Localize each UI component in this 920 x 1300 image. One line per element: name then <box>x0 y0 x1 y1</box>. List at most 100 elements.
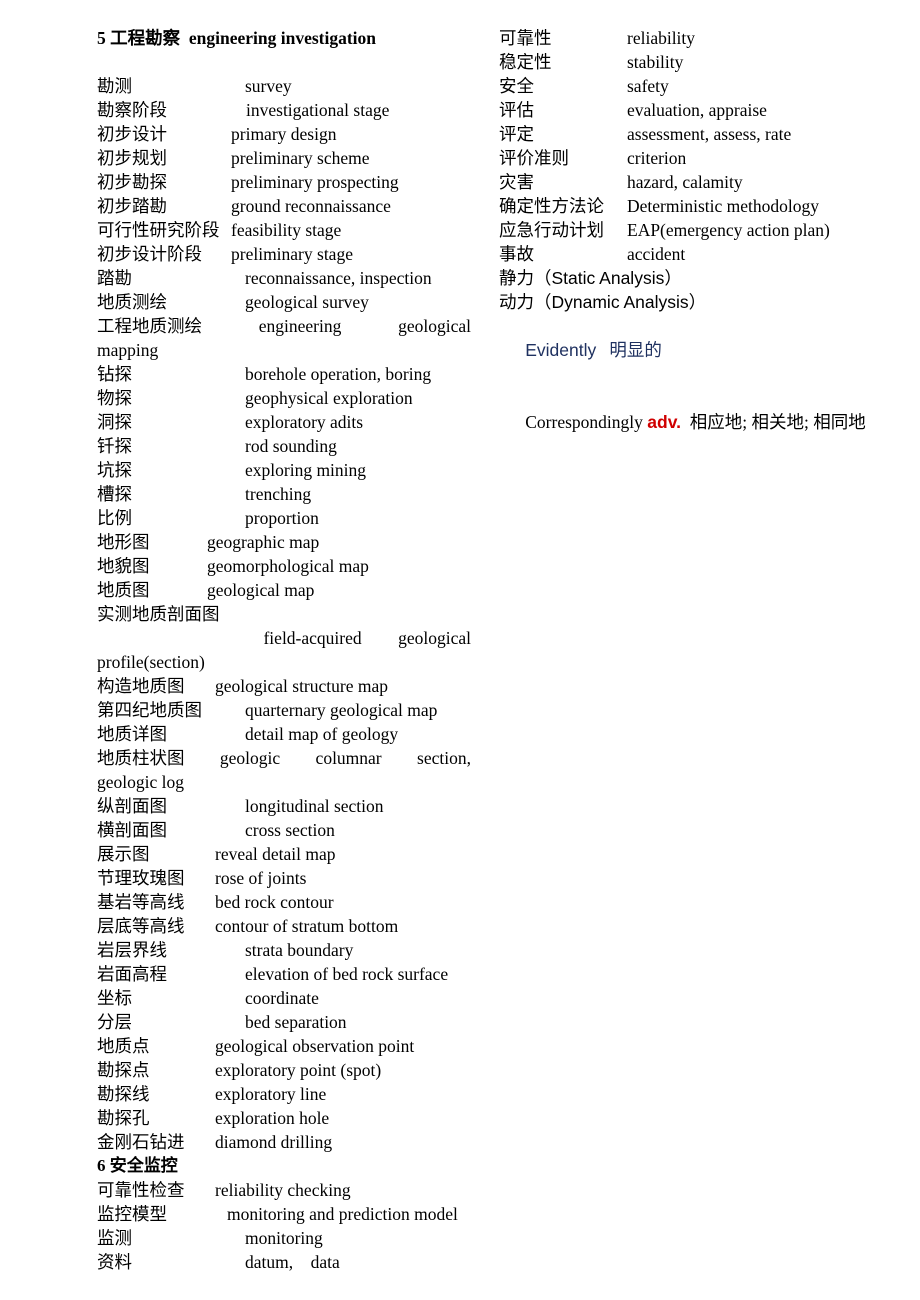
glossary-entry-left-28: 横剖面图 cross section <box>97 818 471 842</box>
glossary-entry-left-26-term-cn: 地质柱状图 <box>97 748 185 768</box>
glossary-entry-analysis-0-bracket-close: ） <box>664 268 682 288</box>
glossary-entry-right-7: 确定性方法论 Deterministic methodology <box>499 194 871 218</box>
evidently-word: Evidently <box>525 340 597 360</box>
glossary-entry-left-1-term-en: investigational stage <box>246 100 390 120</box>
glossary-entry-left-33: 岩层界线 strata boundary <box>97 938 471 962</box>
glossary-entry-left-7: 初步设计阶段 preliminary stage <box>97 242 471 266</box>
glossary-entry-left-3: 初步规划 preliminary scheme <box>97 146 471 170</box>
glossary-entry-safety-2: 监测 monitoring <box>97 1226 471 1250</box>
right-glossary-list: 可靠性 reliability 稳定性 stability 安全 safety 评估 eval… <box>499 26 871 266</box>
glossary-entry-left-0-term-cn: 勘测 <box>97 76 132 96</box>
glossary-entry-left-0: 勘测 survey <box>97 74 471 98</box>
glossary-entry-left-22-term-cn <box>97 626 227 650</box>
glossary-entry-left-41-term-cn: 金刚石钻进 <box>97 1132 185 1152</box>
glossary-entry-safety-1-term-cn: 监控模型 <box>97 1204 167 1224</box>
glossary-entry-left-36-term-en: bed separation <box>245 1012 347 1032</box>
glossary-entry-left-20: 地质图 geological map <box>97 578 471 602</box>
glossary-entry-right-9: 事故 accident <box>499 242 871 266</box>
glossary-entry-left-34: 岩面高程 elevation of bed rock surface <box>97 962 471 986</box>
glossary-entry-left-40-term-en: exploration hole <box>215 1108 330 1128</box>
glossary-entry-left-8: 踏勘 reconnaissance, inspection <box>97 266 471 290</box>
glossary-entry-left-16: 槽探 trenching <box>97 482 471 506</box>
glossary-entry-left-7-term-en: preliminary stage <box>231 244 353 264</box>
glossary-entry-left-26-term-en-1: columnar <box>315 748 382 768</box>
glossary-entry-left-28-term-en: cross section <box>245 820 335 840</box>
glossary-entry-right-5-term-en: criterion <box>627 148 687 168</box>
glossary-entry-right-2-term-en: safety <box>627 76 669 96</box>
glossary-entry-left-16-term-en: trenching <box>245 484 312 504</box>
glossary-entry-safety-1-term-en: monitoring and prediction model <box>227 1204 458 1224</box>
glossary-entry-safety-1: 监控模型 monitoring and prediction model <box>97 1202 471 1226</box>
glossary-entry-left-14-term-cn: 钎探 <box>97 436 132 456</box>
glossary-entry-left-24-term-cn: 第四纪地质图 <box>97 700 202 720</box>
glossary-entry-right-0-term-en: reliability <box>627 28 696 48</box>
glossary-entry-left-24: 第四纪地质图 quarternary geological map <box>97 698 471 722</box>
glossary-entry-left-18-term-cn: 地形图 <box>97 532 150 552</box>
glossary-entry-left-26-continuation: geologic log <box>97 772 184 792</box>
glossary-entry-left-41-term-en: diamond drilling <box>215 1132 333 1152</box>
heading-spacer <box>97 50 471 74</box>
glossary-entry-left-11-term-en: borehole operation, boring <box>245 364 432 384</box>
glossary-entry-left-26-term-en-0: geologic <box>219 748 281 768</box>
glossary-entry-right-5-term-cn: 评价准则 <box>499 148 569 168</box>
glossary-entry-left-32: 层底等高线 contour of stratum bottom <box>97 914 471 938</box>
glossary-entry-left-12-term-en: geophysical exploration <box>245 388 413 408</box>
glossary-entry-right-7-term-en: Deterministic methodology <box>627 196 819 216</box>
glossary-entry-safety-2-term-en: monitoring <box>245 1228 323 1248</box>
glossary-entry-right-5: 评价准则 criterion <box>499 146 871 170</box>
left-glossary-list: 勘测 survey 勘察阶段 investigational stage 初步设计 pri… <box>97 74 471 1154</box>
glossary-entry-left-38-term-en: exploratory point (spot) <box>215 1060 382 1080</box>
glossary-entry-right-6-term-cn: 灾害 <box>499 172 534 192</box>
glossary-entry-left-40: 勘探孔 exploration hole <box>97 1106 471 1130</box>
glossary-entry-left-37: 地质点 geological observation point <box>97 1034 471 1058</box>
glossary-entry-left-6: 可行性研究阶段 feasibility stage <box>97 218 471 242</box>
glossary-entry-left-34-term-cn: 岩面高程 <box>97 964 167 984</box>
glossary-entry-left-9: 地质测绘 geological survey <box>97 290 471 314</box>
glossary-entry-left-10-gap-1 <box>341 314 398 338</box>
glossary-entry-safety-3-term-cn: 资料 <box>97 1252 132 1272</box>
glossary-entry-right-9-term-en: accident <box>627 244 686 264</box>
glossary-entry-left-35: 坐标 coordinate <box>97 986 471 1010</box>
glossary-entry-left-22-term-en-0: field-acquired <box>263 628 362 648</box>
glossary-entry-left-28-term-cn: 横剖面图 <box>97 820 167 840</box>
glossary-entry-left-30-term-en: rose of joints <box>215 868 307 888</box>
glossary-entry-analysis-1-bracket-close: ） <box>688 292 707 312</box>
glossary-entry-left-26: 地质柱状图 geologic columnar section, <box>97 746 471 770</box>
glossary-entry-left-27-term-en: longitudinal section <box>245 796 384 816</box>
glossary-entry-right-0: 可靠性 reliability <box>499 26 871 50</box>
glossary-entry-left-4-term-en: preliminary prospecting <box>231 172 399 192</box>
glossary-entry-left-17-term-en: proportion <box>245 508 319 528</box>
glossary-entry-left-15: 坑探 exploring mining <box>97 458 471 482</box>
glossary-entry-left-18: 地形图 geographic map <box>97 530 471 554</box>
glossary-entry-left-23: 构造地质图 geological structure map <box>97 674 471 698</box>
glossary-entry-left-13-term-cn: 洞探 <box>97 412 132 432</box>
glossary-entry-right-7-term-cn: 确定性方法论 <box>499 196 604 216</box>
glossary-entry-left-27-term-cn: 纵剖面图 <box>97 796 167 816</box>
glossary-entry-left-22-term-en-1: geological <box>398 628 471 648</box>
glossary-entry-left-36-term-cn: 分层 <box>97 1012 132 1032</box>
entry-evidently: Evidently 明显的 <box>499 314 871 386</box>
glossary-entry-left-5: 初步踏勘 ground reconnaissance <box>97 194 471 218</box>
glossary-entry-right-0-term-cn: 可靠性 <box>499 28 552 48</box>
entry-correspondingly: Correspondingly adv. 相应地; 相关地; 相同地 <box>499 386 871 458</box>
glossary-entry-left-6-term-cn: 可行性研究阶段 <box>97 220 220 240</box>
glossary-entry-left-5-term-cn: 初步踏勘 <box>97 196 167 216</box>
glossary-entry-left-19-term-en: geomorphological map <box>207 556 369 576</box>
glossary-entry-left-17: 比例 proportion <box>97 506 471 530</box>
section-heading-safety-monitoring: 6 安全监控 <box>97 1156 178 1175</box>
glossary-entry-safety-3: 资料 datum, data <box>97 1250 471 1274</box>
glossary-entry-left-26-term-en-2: section, <box>417 748 471 768</box>
glossary-entry-left-3-term-cn: 初步规划 <box>97 148 167 168</box>
left-column: 5 工程勘察 engineering investigation 勘测 surve… <box>97 26 471 1274</box>
glossary-entry-left-32-term-cn: 层底等高线 <box>97 916 185 936</box>
glossary-entry-left-22: field-acquired geological <box>97 626 471 650</box>
glossary-entry-left-37-term-cn: 地质点 <box>97 1036 150 1056</box>
glossary-entry-left-29-term-en: reveal detail map <box>215 844 336 864</box>
glossary-entry-analysis-0: 静力（Static Analysis） <box>499 266 871 290</box>
glossary-entry-left-8-term-en: reconnaissance, inspection <box>245 268 432 288</box>
glossary-entry-right-4-term-cn: 评定 <box>499 124 534 144</box>
glossary-entry-left-20-term-cn: 地质图 <box>97 580 150 600</box>
glossary-entry-left-40-term-cn: 勘探孔 <box>97 1108 150 1128</box>
glossary-entry-left-36: 分层 bed separation <box>97 1010 471 1034</box>
evidently-spacer <box>596 340 609 360</box>
